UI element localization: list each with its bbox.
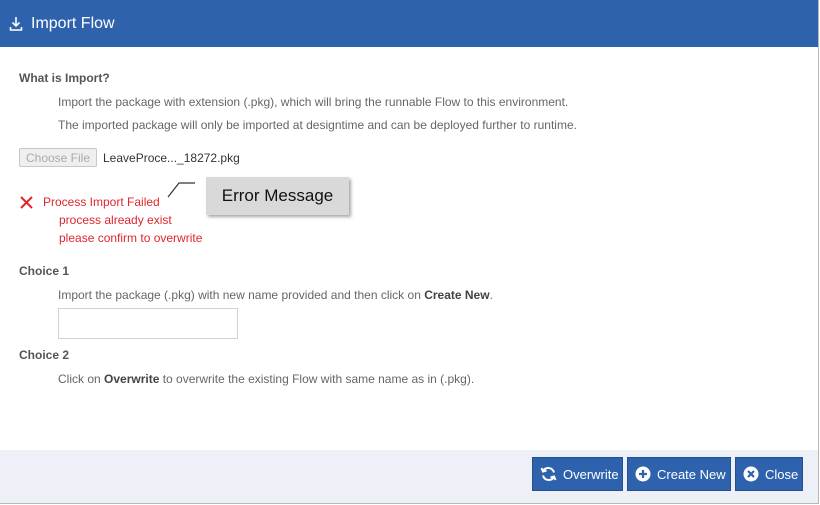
what-is-import-heading: What is Import? — [19, 71, 110, 85]
choice1-text: Import the package (.pkg) with new name … — [58, 288, 425, 302]
choice2-text-end: to overwrite the existing Flow with same… — [159, 372, 475, 386]
download-icon — [9, 17, 23, 31]
import-description-line1: Import the package with extension (.pkg)… — [58, 95, 569, 109]
error-x-icon — [20, 196, 33, 209]
create-new-button[interactable]: Create New — [627, 457, 731, 491]
dialog-body: What is Import? Import the package with … — [0, 47, 818, 450]
overwrite-label: Overwrite — [563, 466, 619, 482]
dialog-title: Import Flow — [31, 15, 115, 32]
choice2-heading: Choice 2 — [19, 348, 70, 362]
overwrite-emphasis: Overwrite — [104, 372, 160, 386]
choice2-text: Click on — [58, 372, 105, 386]
plus-circle-icon — [635, 466, 651, 482]
new-name-input[interactable] — [58, 308, 238, 339]
close-button[interactable]: Close — [735, 457, 803, 491]
choice1-heading: Choice 1 — [19, 264, 70, 278]
error-title: Process Import Failed — [43, 195, 160, 209]
choice1-description: Import the package (.pkg) with new name … — [58, 288, 493, 302]
create-new-label: Create New — [657, 466, 726, 482]
choice1-text-end: . — [489, 288, 493, 302]
import-description-line2: The imported package will only be import… — [58, 118, 577, 132]
close-label: Close — [765, 466, 799, 482]
import-flow-dialog: Import Flow What is Import? Import the p… — [0, 0, 819, 504]
choice2-description: Click on Overwrite to overwrite the exis… — [58, 372, 474, 386]
create-new-emphasis: Create New — [424, 288, 490, 302]
overwrite-button[interactable]: Overwrite — [532, 457, 623, 491]
error-detail-line2: please confirm to overwrite — [59, 231, 203, 245]
dialog-header: Import Flow — [0, 0, 818, 47]
close-circle-icon — [743, 466, 759, 482]
choose-file-button[interactable]: Choose File — [19, 148, 97, 167]
error-detail-line1: process already exist — [59, 213, 172, 227]
refresh-icon — [540, 467, 557, 481]
error-message-callout: Error Message — [206, 177, 349, 215]
selected-filename: LeaveProce..._18272.pkg — [103, 151, 240, 165]
callout-pointer — [167, 182, 195, 198]
